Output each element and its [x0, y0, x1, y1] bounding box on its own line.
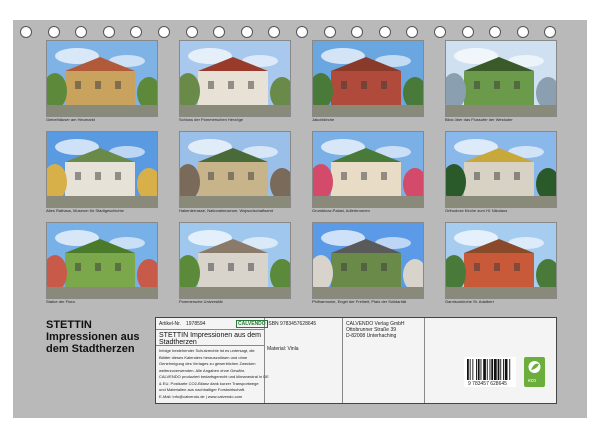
photo-caption: Hakenterrasse, Nationalmuseum, Wojwodsch… [179, 208, 273, 213]
subtitle: STETTIN Impressionen aus dem Stadtherzen [159, 332, 261, 346]
binding-hole [240, 26, 253, 38]
barcode-bar [472, 359, 474, 380]
barcode-bar [509, 359, 511, 380]
binding-hole [544, 26, 557, 38]
barcode-number: 9 783457 628645 [468, 381, 507, 387]
barcode-bar [489, 359, 491, 380]
calendar-photo [312, 40, 424, 117]
photo-image [446, 41, 556, 116]
photo-caption: Jakobikirche [312, 117, 335, 122]
publisher-line: D-82008 Unterhaching [346, 333, 397, 339]
article-number: 1978594 [186, 321, 206, 327]
binding-hole [268, 26, 281, 38]
binding-hole [461, 26, 474, 38]
photo-caption: Philharmonie, Engel der Freiheit, Platz … [312, 299, 407, 304]
photo-image [47, 41, 157, 116]
barcode: 9 783457 628645 [464, 357, 516, 387]
leaf-icon [528, 361, 541, 373]
photo-image [180, 41, 290, 116]
binding-hole [102, 26, 115, 38]
calendar-photo [445, 131, 557, 208]
photo-caption: Blick über das Flussufer der Westoder [445, 117, 513, 122]
binding-hole [406, 26, 419, 38]
photo-caption: Pommersche Universität [179, 299, 223, 304]
eco-badge: eco [524, 357, 545, 387]
barcode-bar [494, 359, 497, 380]
binding-hole [351, 26, 364, 38]
barcode-bar [476, 359, 477, 380]
note-line: und Materialien aus nachhaltiger Forstwi… [159, 387, 246, 392]
barcode-bar [486, 359, 488, 380]
barcode-bar [483, 359, 486, 380]
calendar-photo [179, 222, 291, 299]
binding-hole [516, 26, 529, 38]
photo-image [446, 132, 556, 207]
photo-image [313, 41, 423, 116]
photo-image [313, 132, 423, 207]
barcode-bar [477, 359, 480, 380]
photo-caption: Giebelhäuser am Heumarkt [46, 117, 95, 122]
photo-caption: Grumbkow-Palast, Adlerbrunnen [312, 208, 370, 213]
calendar-photo [312, 131, 424, 208]
note-line: weiterzuverwenden. Alle Angaben ohne Gew… [159, 367, 246, 373]
photo-image [313, 223, 423, 298]
barcode-bar [491, 359, 494, 380]
photo-caption: Schloss der Pommerschen Herzöge [179, 117, 244, 122]
calendar-title: STETTIN Impressionen aus dem Stadtherzen [46, 319, 140, 355]
binding-holes [20, 26, 580, 38]
binding-hole [158, 26, 170, 38]
binding-hole [47, 26, 60, 38]
barcode-bar [467, 359, 469, 380]
barcode-icon [467, 359, 511, 380]
photo-caption: Orthodoxe Kirche zum Hl. Nikolaus [445, 208, 508, 213]
article-label: Artikel-Nr. [159, 321, 181, 327]
note-line: E-Mail: info@calvendo.de | www.calvendo.… [159, 393, 243, 399]
note-line: Infolge bestehender Schutzrechte ist es … [159, 348, 255, 353]
binding-hole [378, 26, 391, 38]
calvendo-logo: CALVENDO [236, 320, 268, 328]
binding-hole [213, 26, 226, 38]
photo-image [446, 223, 556, 298]
barcode-bar [500, 359, 502, 380]
note-line: & EU. Postkarte CO2-Bilanz dank kurzer T… [159, 380, 259, 386]
photo-caption: Statue der Flora [46, 299, 75, 304]
calendar-photo [179, 40, 291, 117]
barcode-bar [504, 359, 508, 380]
binding-hole [75, 26, 88, 38]
barcode-bar [480, 359, 482, 380]
note-line: Genehmigung des Verlages zu gewerblichen… [159, 361, 256, 366]
binding-hole [185, 26, 198, 38]
calendar-photo [179, 131, 291, 208]
isbn: ISBN 9783457628645 [267, 321, 317, 327]
calendar-photo [445, 222, 557, 299]
barcode-bar [497, 359, 500, 380]
photo-image [180, 223, 290, 298]
photo-caption: Garnisonkirche St. Adalbert [445, 299, 494, 304]
eco-label: eco [528, 378, 537, 384]
calendar-photo [46, 222, 158, 299]
barcode-bar [469, 359, 471, 380]
binding-hole [296, 26, 308, 38]
calendar-photo [46, 131, 158, 208]
photo-image [180, 132, 290, 207]
note-line: CALVENDO produziert bedarfsgerecht und k… [159, 374, 269, 379]
binding-hole [489, 26, 502, 38]
photo-caption: Altes Rathaus, Museum für Stadtgeschicht… [46, 208, 124, 213]
binding-hole [20, 26, 32, 38]
binding-hole [130, 26, 143, 38]
photo-image [47, 132, 157, 207]
barcode-bar [503, 359, 504, 380]
note-line: Blätter dieses Kalenders herauszulösen u… [159, 354, 248, 360]
calendar-photo [312, 222, 424, 299]
calendar-photo [445, 40, 557, 117]
binding-hole [434, 26, 446, 38]
material: Material: Vinla [267, 346, 299, 352]
calendar-photo [46, 40, 158, 117]
binding-hole [323, 26, 336, 38]
photo-image [47, 223, 157, 298]
